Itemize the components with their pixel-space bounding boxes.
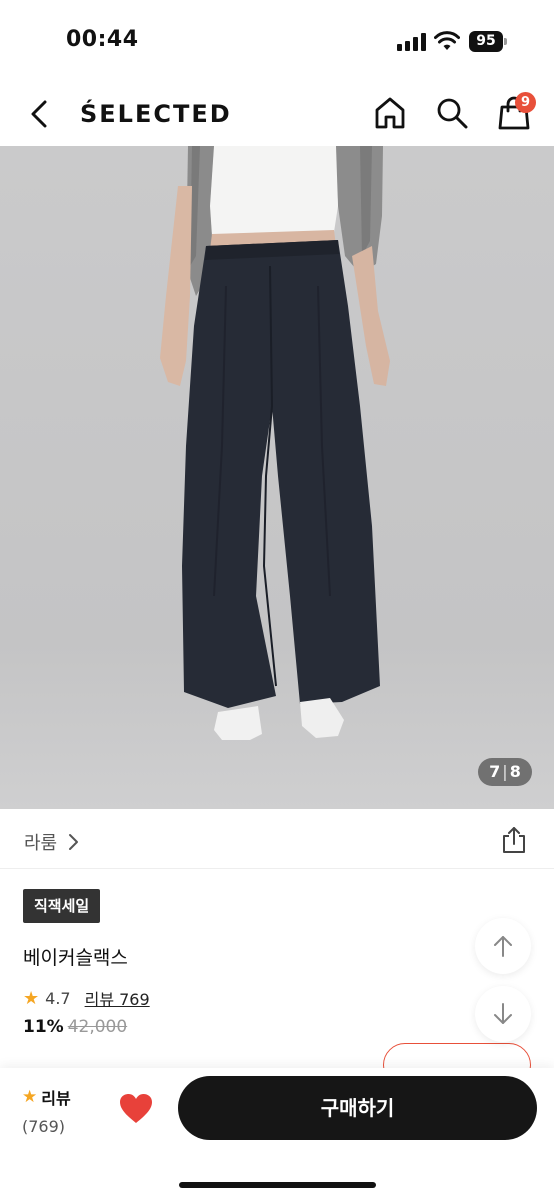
search-icon[interactable]	[434, 95, 470, 131]
image-counter: 7 | 8	[478, 758, 532, 786]
heart-icon[interactable]	[118, 1092, 154, 1126]
home-indicator	[179, 1182, 376, 1188]
product-photo	[0, 146, 554, 809]
scroll-up-button[interactable]	[475, 918, 531, 974]
battery-level: 95	[469, 31, 503, 52]
chevron-left-icon	[31, 100, 47, 128]
review-summary-label: 리뷰	[41, 1089, 71, 1108]
home-icon[interactable]	[372, 95, 408, 131]
status-bar: 00:44 95	[0, 0, 554, 80]
store-link[interactable]: 라룸	[24, 829, 79, 855]
brand-logo[interactable]: ŚELECTED	[80, 100, 232, 128]
top-navigation: ŚELECTED	[0, 80, 554, 146]
review-summary[interactable]: ★ 리뷰 (769)	[22, 1085, 82, 1136]
brand-row: 라룸	[0, 809, 554, 869]
wifi-icon	[434, 31, 460, 50]
chevron-right-icon	[69, 834, 79, 850]
cellular-signal-icon	[397, 33, 427, 51]
arrow-down-icon	[494, 1003, 512, 1024]
cart-count-badge: 9	[515, 92, 536, 113]
store-name: 라룸	[24, 833, 58, 854]
image-counter-current: 7	[489, 762, 501, 781]
sale-badge: 직잭세일	[23, 889, 101, 923]
review-summary-count: (769)	[22, 1117, 66, 1136]
buy-button[interactable]: 구매하기	[178, 1076, 537, 1140]
star-icon: ★	[22, 1087, 38, 1107]
image-counter-separator: |	[502, 762, 508, 781]
discount-rate: 11%	[23, 1017, 64, 1037]
star-icon: ★	[23, 987, 40, 1009]
product-image[interactable]	[0, 146, 554, 809]
rating-row: ★ 4.7 리뷰 769	[23, 986, 150, 1010]
rating-value: 4.7	[45, 988, 71, 1008]
share-icon[interactable]	[500, 825, 528, 855]
arrow-up-icon	[494, 936, 512, 957]
status-time: 00:44	[66, 27, 139, 52]
review-link[interactable]: 리뷰 769	[85, 986, 150, 1010]
original-price: 42,000	[67, 1017, 128, 1037]
price-row: 11% 42,000	[23, 1017, 127, 1037]
battery-icon: 95	[469, 31, 507, 52]
back-button[interactable]	[22, 94, 56, 134]
bottom-action-bar: ★ 리뷰 (769) 구매하기	[0, 1068, 554, 1200]
image-counter-total: 8	[509, 762, 521, 781]
scroll-down-button[interactable]	[475, 986, 531, 1042]
product-name: 베이커슬랙스	[23, 947, 128, 969]
